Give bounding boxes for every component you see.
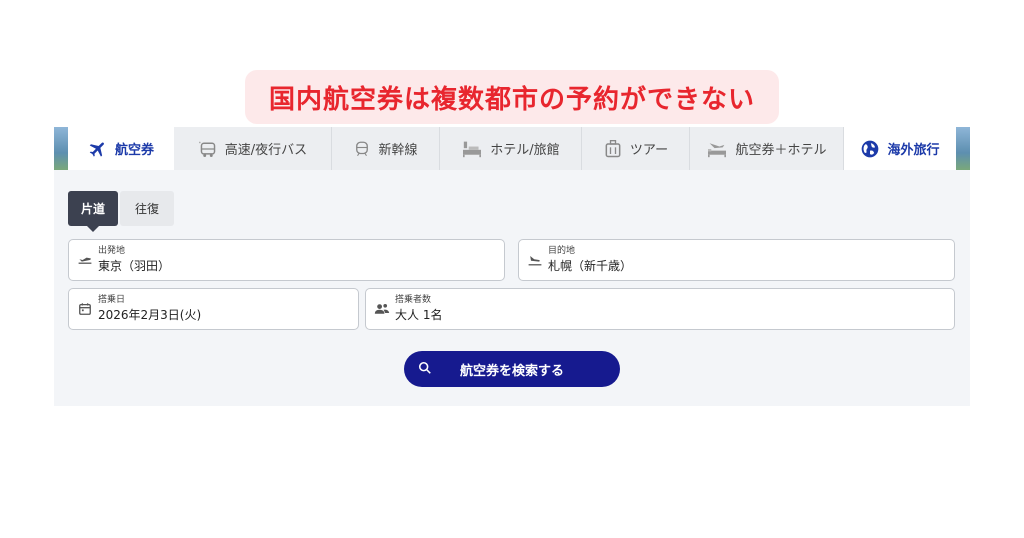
tab-flight-hotel[interactable]: 航空券＋ホテル	[690, 127, 844, 170]
departure-value: 東京（羽田）	[98, 258, 171, 273]
tab-label: ツアー	[629, 143, 669, 158]
trip-type-toggle: 片道 往復	[68, 191, 174, 232]
train-icon	[356, 141, 369, 156]
background-image-edge-right	[956, 127, 970, 170]
date-value: 2026年2月3日(火)	[98, 307, 202, 322]
passengers-field[interactable]: 搭乗者数 大人 1名	[365, 288, 955, 330]
travel-category-tabs: 航空券 高速/夜行バス 新幹線 ホテル/旅館 ツアー 航空券＋ホテル 海外旅行	[68, 127, 956, 170]
destination-value: 札幌（新千歳）	[548, 258, 633, 273]
departure-field[interactable]: 出発地 東京（羽田）	[68, 239, 505, 281]
globe-icon	[862, 140, 879, 157]
background-image-edge-left	[54, 127, 68, 170]
people-icon	[369, 302, 395, 316]
takeoff-icon	[72, 253, 98, 267]
tab-label: ホテル/旅館	[490, 143, 560, 158]
tab-overseas[interactable]: 海外旅行	[844, 127, 956, 170]
tab-shinkansen[interactable]: 新幹線	[332, 127, 440, 170]
tab-label: 海外旅行	[887, 143, 940, 158]
annotation-caption: 国内航空券は複数都市の予約ができない	[245, 70, 779, 124]
date-field[interactable]: 搭乗日 2026年2月3日(火)	[68, 288, 359, 330]
round-trip-button[interactable]: 往復	[120, 191, 174, 226]
search-button-label: 航空券を検索する	[459, 363, 564, 379]
tab-flights[interactable]: 航空券	[68, 127, 174, 170]
landing-icon	[522, 253, 548, 267]
destination-label: 目的地	[548, 246, 576, 257]
passengers-value: 大人 1名	[395, 307, 443, 322]
search-flights-button[interactable]: 航空券を検索する	[404, 351, 620, 387]
caption-text: 国内航空券は複数都市の予約ができない	[268, 84, 755, 115]
tab-tour[interactable]: ツアー	[582, 127, 690, 170]
bus-icon	[198, 141, 216, 157]
airplane-icon	[89, 141, 104, 157]
destination-field[interactable]: 目的地 札幌（新千歳）	[518, 239, 955, 281]
hotel-icon	[463, 141, 482, 157]
tab-label: 航空券＋ホテル	[735, 143, 827, 158]
search-icon	[418, 361, 431, 374]
passengers-label: 搭乗者数	[395, 295, 432, 306]
tab-label: 航空券	[114, 143, 154, 158]
calendar-icon	[72, 302, 98, 316]
departure-label: 出発地	[98, 246, 126, 257]
tab-hotel[interactable]: ホテル/旅館	[440, 127, 582, 170]
luggage-icon	[605, 139, 621, 157]
tab-label: 高速/夜行バス	[224, 143, 308, 158]
tab-label: 新幹線	[378, 143, 418, 158]
one-way-button[interactable]: 片道	[68, 191, 118, 232]
flight-hotel-icon	[708, 142, 727, 157]
tab-bus[interactable]: 高速/夜行バス	[174, 127, 332, 170]
date-label: 搭乗日	[98, 295, 126, 306]
